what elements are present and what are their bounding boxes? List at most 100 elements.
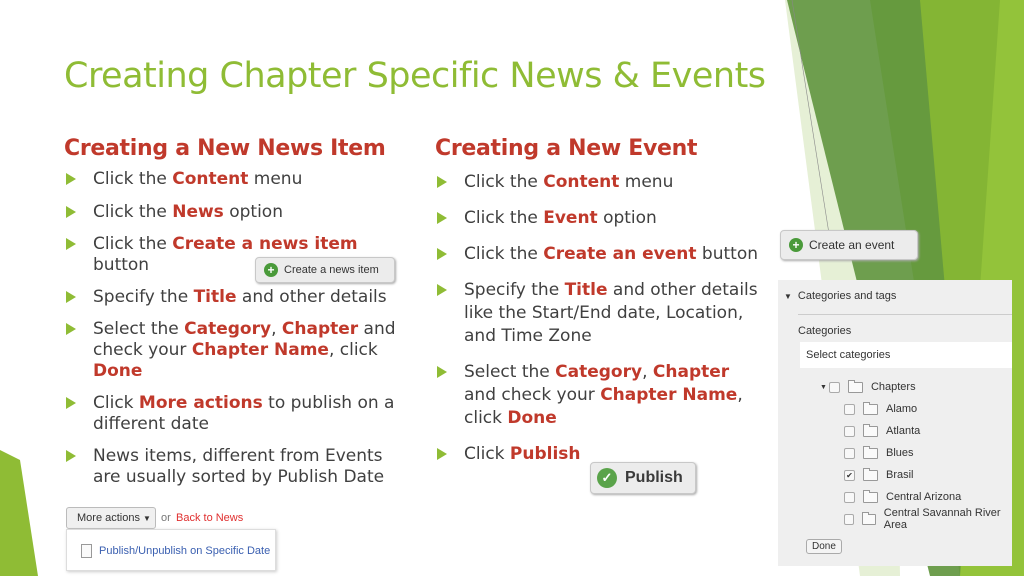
news-column: Creating a New News Item Click the Conte… [64, 136, 399, 488]
checkbox[interactable] [844, 447, 855, 459]
step-text: Click [93, 393, 139, 413]
step-text: menu [619, 172, 674, 192]
step-text: and other details [236, 287, 387, 307]
categories-label: Categories [798, 325, 852, 337]
highlighted-term: Publish [509, 444, 581, 464]
step-item: Select the Category, Chapter and check y… [64, 319, 399, 382]
more-actions-button[interactable]: More actions ▼ [66, 507, 156, 529]
step-item: Specify the Title and other details like… [435, 279, 765, 348]
checkbox[interactable]: ✔ [844, 469, 855, 481]
tree-item-chapter[interactable]: ✔ Brasil [844, 467, 914, 483]
bullet-arrow-icon [437, 284, 447, 296]
divider [798, 314, 1012, 315]
bullet-arrow-icon [66, 450, 76, 462]
step-text: Select the [464, 362, 556, 382]
tree-item-label: Brasil [886, 469, 914, 481]
folder-icon [863, 401, 878, 415]
step-text: Click the [464, 244, 544, 264]
folder-icon [863, 467, 878, 481]
folder-icon [862, 511, 876, 525]
tree-item-label: Alamo [886, 403, 918, 415]
tree-item-chapters[interactable]: ▼ Chapters [820, 379, 916, 395]
slide-title: Creating Chapter Specific News & Events [64, 56, 766, 96]
highlighted-term: Event [543, 208, 598, 228]
categories-panel: ▼ Categories and tags Categories Select … [778, 280, 1012, 566]
checkbox[interactable] [844, 491, 855, 503]
step-text: Click the [93, 202, 173, 222]
publish-button[interactable]: ✓ Publish [590, 462, 696, 494]
bullet-arrow-icon [437, 366, 447, 378]
event-heading: Creating a New Event [435, 136, 698, 161]
bullet-arrow-icon [66, 206, 76, 218]
step-text: Click [464, 444, 510, 464]
step-text: button [696, 244, 759, 264]
step-text: Click the [93, 234, 173, 254]
step-item: News items, different from Events are us… [64, 446, 399, 488]
bullet-arrow-icon [437, 212, 447, 224]
step-item: Click the News option [64, 202, 399, 223]
checkbox[interactable] [844, 425, 855, 437]
done-button[interactable]: Done [806, 539, 842, 554]
highlighted-term: Done [93, 361, 143, 381]
menu-item-label: Publish/Unpublish on Specific Date [99, 545, 271, 557]
step-text: button [93, 255, 150, 275]
or-text: or [161, 512, 171, 524]
highlighted-term: Create a news item [172, 234, 358, 254]
section-title: Categories and tags [797, 290, 897, 302]
news-heading: Creating a New News Item [64, 136, 386, 161]
highlighted-term: Done [507, 408, 557, 428]
dropdown-caret-icon: ▼ [143, 514, 151, 523]
highlighted-term: Content [543, 172, 620, 192]
step-text: menu [248, 169, 303, 189]
event-column: Creating a New Event Click the Content m… [435, 136, 765, 466]
highlighted-term: Chapter Name [600, 385, 738, 405]
checkbox[interactable] [844, 403, 855, 415]
tree-item-chapter[interactable]: Atlanta [844, 423, 920, 439]
step-text: Specify the [93, 287, 194, 307]
step-item: Click More actions to publish on a diffe… [64, 393, 399, 435]
create-news-item-button[interactable]: + Create a news item [255, 257, 395, 283]
select-categories-input[interactable]: Select categories [800, 342, 1012, 368]
step-item: Select the Category, Chapter and check y… [435, 361, 765, 430]
step-item: Click the Event option [435, 207, 765, 230]
step-item: Click the Content menu [64, 169, 399, 190]
menu-item-publish-unpublish[interactable]: Publish/Unpublish on Specific Date [81, 544, 270, 558]
news-steps-list: Click the Content menu Click the News opt… [64, 169, 399, 488]
tree-item-chapter[interactable]: Central Arizona [844, 489, 961, 505]
highlighted-term: Title [564, 280, 608, 300]
bullet-arrow-icon [437, 176, 447, 188]
create-event-button[interactable]: + Create an event [780, 230, 918, 260]
folder-icon [847, 379, 863, 393]
event-steps-list: Click the Content menu Click the Event op… [435, 171, 765, 466]
highlighted-term: Chapter [652, 362, 730, 382]
checkmark-icon: ✓ [597, 468, 617, 488]
document-icon [81, 544, 92, 558]
tree-item-label: Atlanta [886, 425, 921, 437]
highlighted-term: Chapter [281, 319, 359, 339]
step-text: option [223, 202, 283, 222]
tree-item-chapter[interactable]: Alamo [844, 401, 917, 417]
step-text: News items, different from Events are us… [93, 446, 385, 487]
expand-triangle-icon: ▼ [820, 383, 827, 391]
tree-item-label: Central Arizona [886, 491, 962, 503]
checkbox[interactable] [844, 513, 855, 525]
highlighted-term: News [172, 202, 224, 222]
back-to-news-link[interactable]: Back to News [176, 512, 243, 524]
step-text: Click the [93, 169, 173, 189]
bullet-arrow-icon [437, 248, 447, 260]
step-text: Select the [93, 319, 185, 339]
highlighted-term: Chapter Name [191, 340, 329, 360]
highlighted-term: Create an event [543, 244, 697, 264]
step-text: , [642, 362, 653, 382]
checkbox[interactable] [828, 381, 840, 393]
more-actions-menu: Publish/Unpublish on Specific Date [66, 529, 276, 571]
categories-and-tags-toggle[interactable]: ▼ Categories and tags [784, 290, 896, 302]
tree-item-chapter[interactable]: Blues [844, 445, 914, 461]
tree-item-chapter[interactable]: Central Savannah River Area [844, 507, 1012, 531]
more-actions-screenshot: More actions ▼ or Back to News Publish/U… [60, 505, 280, 576]
step-item: Specify the Title and other details [64, 287, 399, 308]
plus-icon: + [264, 263, 278, 277]
bullet-arrow-icon [437, 448, 447, 460]
tree-item-label: Blues [886, 447, 914, 459]
folder-icon [863, 445, 878, 459]
